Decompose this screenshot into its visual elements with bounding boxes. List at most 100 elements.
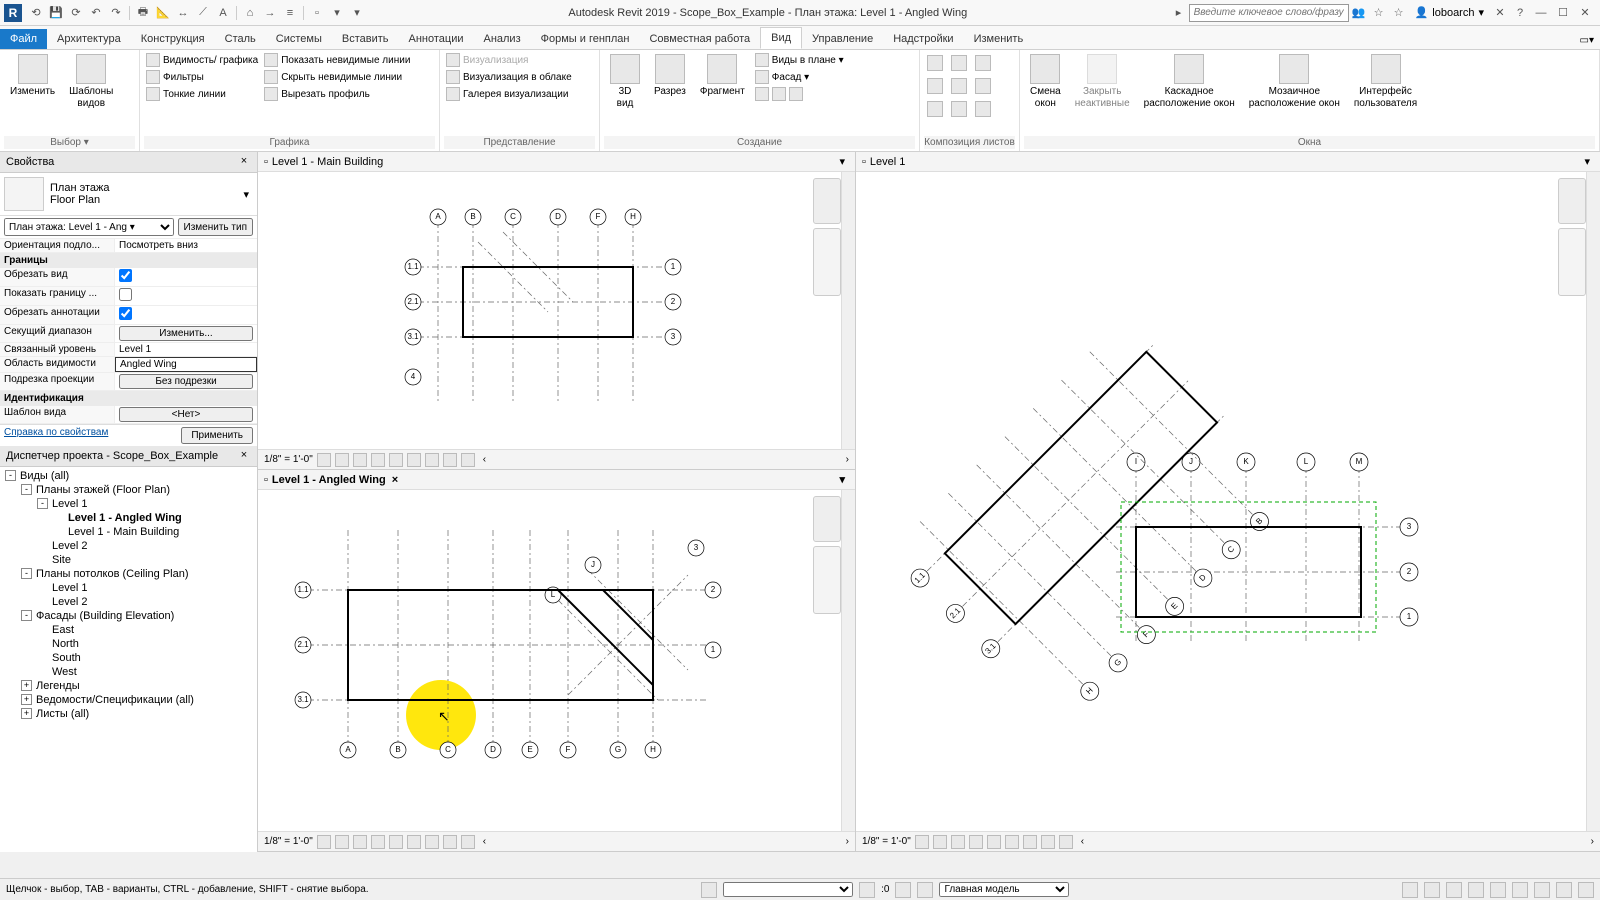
tab-arch[interactable]: Архитектура [47,29,131,49]
section-button[interactable]: Разрез [648,52,692,100]
search-input[interactable] [1189,4,1349,22]
tree-item[interactable]: North [2,637,255,651]
tab-modify[interactable]: Изменить [964,29,1034,49]
sheet-ico1[interactable] [924,52,946,74]
viewport-angled-wing[interactable]: ↖ A B C D E F G H 1.1 2.1 3.1 [258,490,855,831]
qat-redo[interactable]: ↷ [107,4,125,22]
type-selector[interactable]: План этажаFloor Plan ▾ [0,173,257,216]
thin-lines-button[interactable]: Тонкие линии [144,86,260,102]
maximize-button[interactable]: ☐ [1552,4,1574,22]
prop-row[interactable]: Обрезать аннотации [0,306,257,325]
view-close-icon[interactable]: × [392,474,398,486]
sheet-ico5[interactable] [948,75,970,97]
remove-hidden-button[interactable]: Скрыть невидимые линии [262,69,412,85]
sheet-ico7[interactable] [924,98,946,120]
tree-item[interactable]: -Планы этажей (Floor Plan) [2,483,255,497]
tile-button[interactable]: Мозаичное расположение окон [1243,52,1346,112]
qat-section[interactable]: → [261,4,279,22]
render-gallery-button[interactable]: Галерея визуализации [444,86,574,102]
qat-measure[interactable]: 📐 [154,4,172,22]
switch-windows-button[interactable]: Смена окон [1024,52,1067,112]
instance-select[interactable]: План этажа: Level 1 - Ang ▾ [4,218,174,236]
info-icon[interactable]: ▸ [1170,4,1188,22]
sheet-ico4[interactable] [924,75,946,97]
prop-row[interactable]: Обрезать вид [0,268,257,287]
tree-item[interactable]: Level 1 - Main Building [2,525,255,539]
prop-row[interactable]: Показать границу ... [0,287,257,306]
cut-profile-button[interactable]: Вырезать профиль [262,86,412,102]
qat-dim[interactable]: ↔ [174,4,192,22]
expand-icon[interactable]: - [21,610,32,621]
scale-label[interactable]: 1/8" = 1'-0" [264,454,313,465]
filters-button[interactable]: Фильтры [144,69,260,85]
vc-ico[interactable] [317,453,331,467]
prop-row[interactable]: Секущий диапазонИзменить... [0,325,257,343]
tab-collab[interactable]: Совместная работа [639,29,760,49]
tree-item[interactable]: Site [2,553,255,567]
tree-item[interactable]: +Легенды [2,679,255,693]
3d-view-button[interactable]: 3D вид [604,52,646,112]
qat-text[interactable]: A [214,4,232,22]
nav-wheel-icon-3[interactable] [1558,228,1586,296]
sheet-ico2[interactable] [948,52,970,74]
expand-icon[interactable]: + [21,708,32,719]
tab-manage[interactable]: Управление [802,29,883,49]
tree-item[interactable]: Level 2 [2,595,255,609]
qat-tag[interactable]: ⟋ [194,4,212,22]
close-button[interactable]: ✕ [1574,4,1596,22]
tree-item[interactable]: -Планы потолков (Ceiling Plan) [2,567,255,581]
expand-icon[interactable]: - [21,568,32,579]
tab-insert[interactable]: Вставить [332,29,399,49]
apply-button[interactable]: Применить [181,427,253,444]
modify-button[interactable]: Изменить [4,52,61,100]
help-icon[interactable]: ? [1511,4,1529,22]
qat-undo[interactable]: ↶ [87,4,105,22]
comm-icon[interactable]: 👥 [1350,4,1368,22]
viewport-main-building[interactable]: A B C D F H 1.11 2.12 3.13 4 [258,172,855,449]
tree-item[interactable]: +Ведомости/Спецификации (all) [2,693,255,707]
prop-row[interactable]: Область видимостиAngled Wing [0,357,257,373]
expand-icon[interactable]: + [21,680,32,691]
view-tab-angled[interactable]: ▫ Level 1 - Angled Wing ×▾ [258,470,855,490]
workset-select[interactable] [723,882,853,897]
edit-type-button[interactable]: Изменить тип [178,218,253,236]
tab-steel[interactable]: Сталь [215,29,266,49]
project-tree[interactable]: -Виды (all)-Планы этажей (Floor Plan)-Le… [0,467,257,723]
tab-view[interactable]: Вид [760,27,802,49]
prop-row[interactable]: Шаблон вида<Нет> [0,406,257,424]
view-tab-main[interactable]: ▫ Level 1 - Main Building▾ [258,152,855,172]
qat-close[interactable]: ▫ [308,4,326,22]
nav-cube-icon-3[interactable] [1558,178,1586,224]
properties-help-link[interactable]: Справка по свойствам [4,427,108,444]
elevation-button[interactable]: Фасад ▾ [753,69,846,85]
star-icon[interactable]: ☆ [1370,4,1388,22]
tab-annotate[interactable]: Аннотации [399,29,474,49]
tree-item[interactable]: Level 2 [2,539,255,553]
qat-print[interactable]: 🖶 [134,4,152,22]
tab-systems[interactable]: Системы [266,29,332,49]
callout-button[interactable]: Фрагмент [694,52,751,100]
expand-icon[interactable]: + [21,694,32,705]
scrollbar-v-3[interactable] [1586,172,1600,831]
properties-close-button[interactable]: × [237,155,251,169]
qat-3d[interactable]: ⌂ [241,4,259,22]
tree-item[interactable]: Level 1 [2,581,255,595]
expand-icon[interactable]: - [37,498,48,509]
minimize-button[interactable]: — [1530,4,1552,22]
cascade-button[interactable]: Каскадное расположение окон [1138,52,1241,112]
viewport-level1[interactable]: I J K L M 1 2 3 H G F [856,172,1600,831]
qat-thin[interactable]: ≡ [281,4,299,22]
prop-row[interactable]: Подрезка проекцииБез подрезки [0,373,257,391]
tab-addins[interactable]: Надстройки [883,29,963,49]
tree-item[interactable]: -Виды (all) [2,469,255,483]
expand-icon[interactable]: - [5,470,16,481]
browser-close-button[interactable]: × [237,449,251,463]
tree-item[interactable]: Level 1 - Angled Wing [2,511,255,525]
user-menu[interactable]: 👤 loboarch ▾ [1415,6,1484,19]
model-select[interactable]: Главная модель [939,882,1069,897]
tree-item[interactable]: -Фасады (Building Elevation) [2,609,255,623]
tree-item[interactable]: +Листы (all) [2,707,255,721]
tab-massing[interactable]: Формы и генплан [531,29,640,49]
tab-file[interactable]: Файл [0,29,47,49]
sheet-ico9[interactable] [972,98,994,120]
